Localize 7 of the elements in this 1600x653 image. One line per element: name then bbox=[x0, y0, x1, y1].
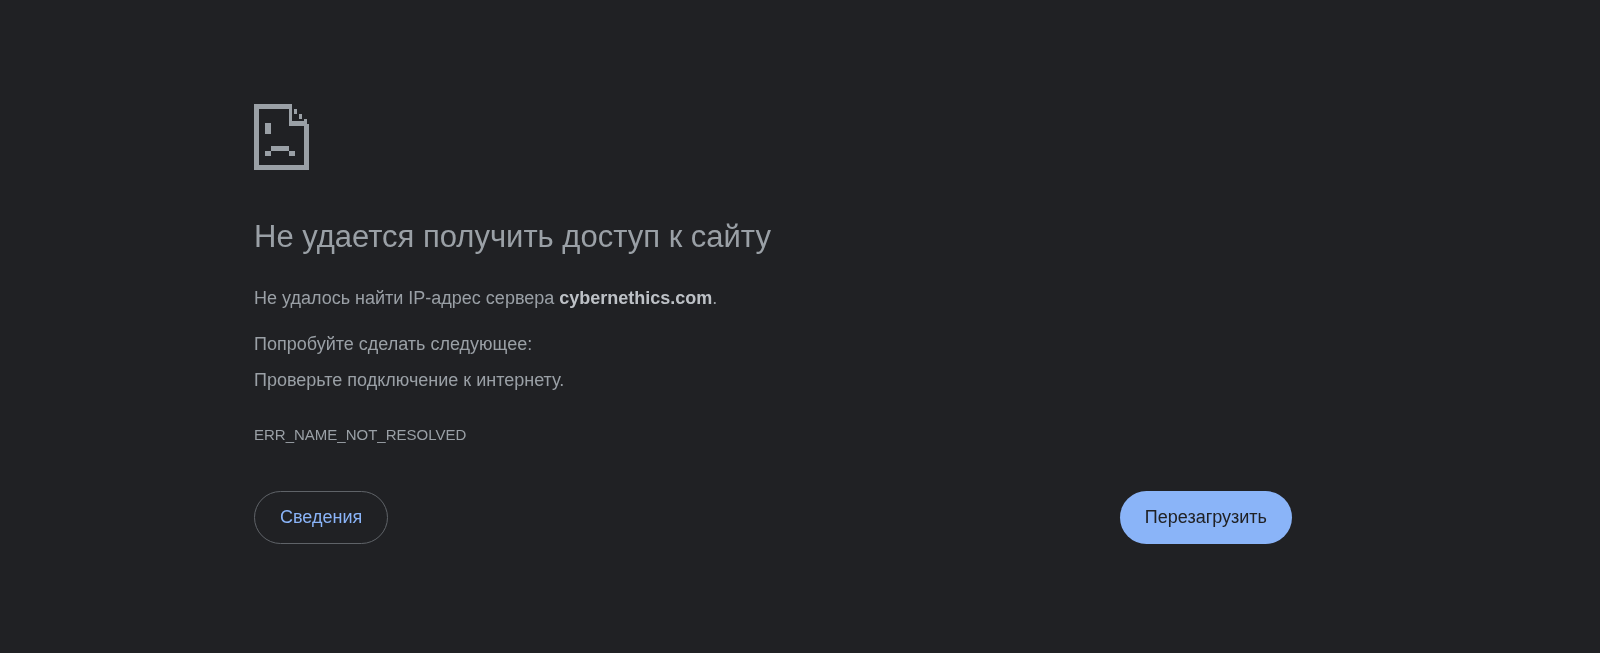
error-message: Не удалось найти IP-адрес сервера cybernethics.com. bbox=[254, 287, 719, 310]
sad-document-icon bbox=[254, 104, 309, 170]
reload-button[interactable]: Перезагрузить bbox=[1119, 491, 1292, 544]
suggestion-text: Проверьте подключение к интернету. bbox=[254, 369, 566, 392]
error-title: Не удается получить доступ к сайту bbox=[254, 218, 772, 256]
suggestions-heading: Попробуйте сделать следующее: bbox=[254, 333, 534, 356]
error-code: ERR_NAME_NOT_RESOLVED bbox=[254, 425, 468, 445]
